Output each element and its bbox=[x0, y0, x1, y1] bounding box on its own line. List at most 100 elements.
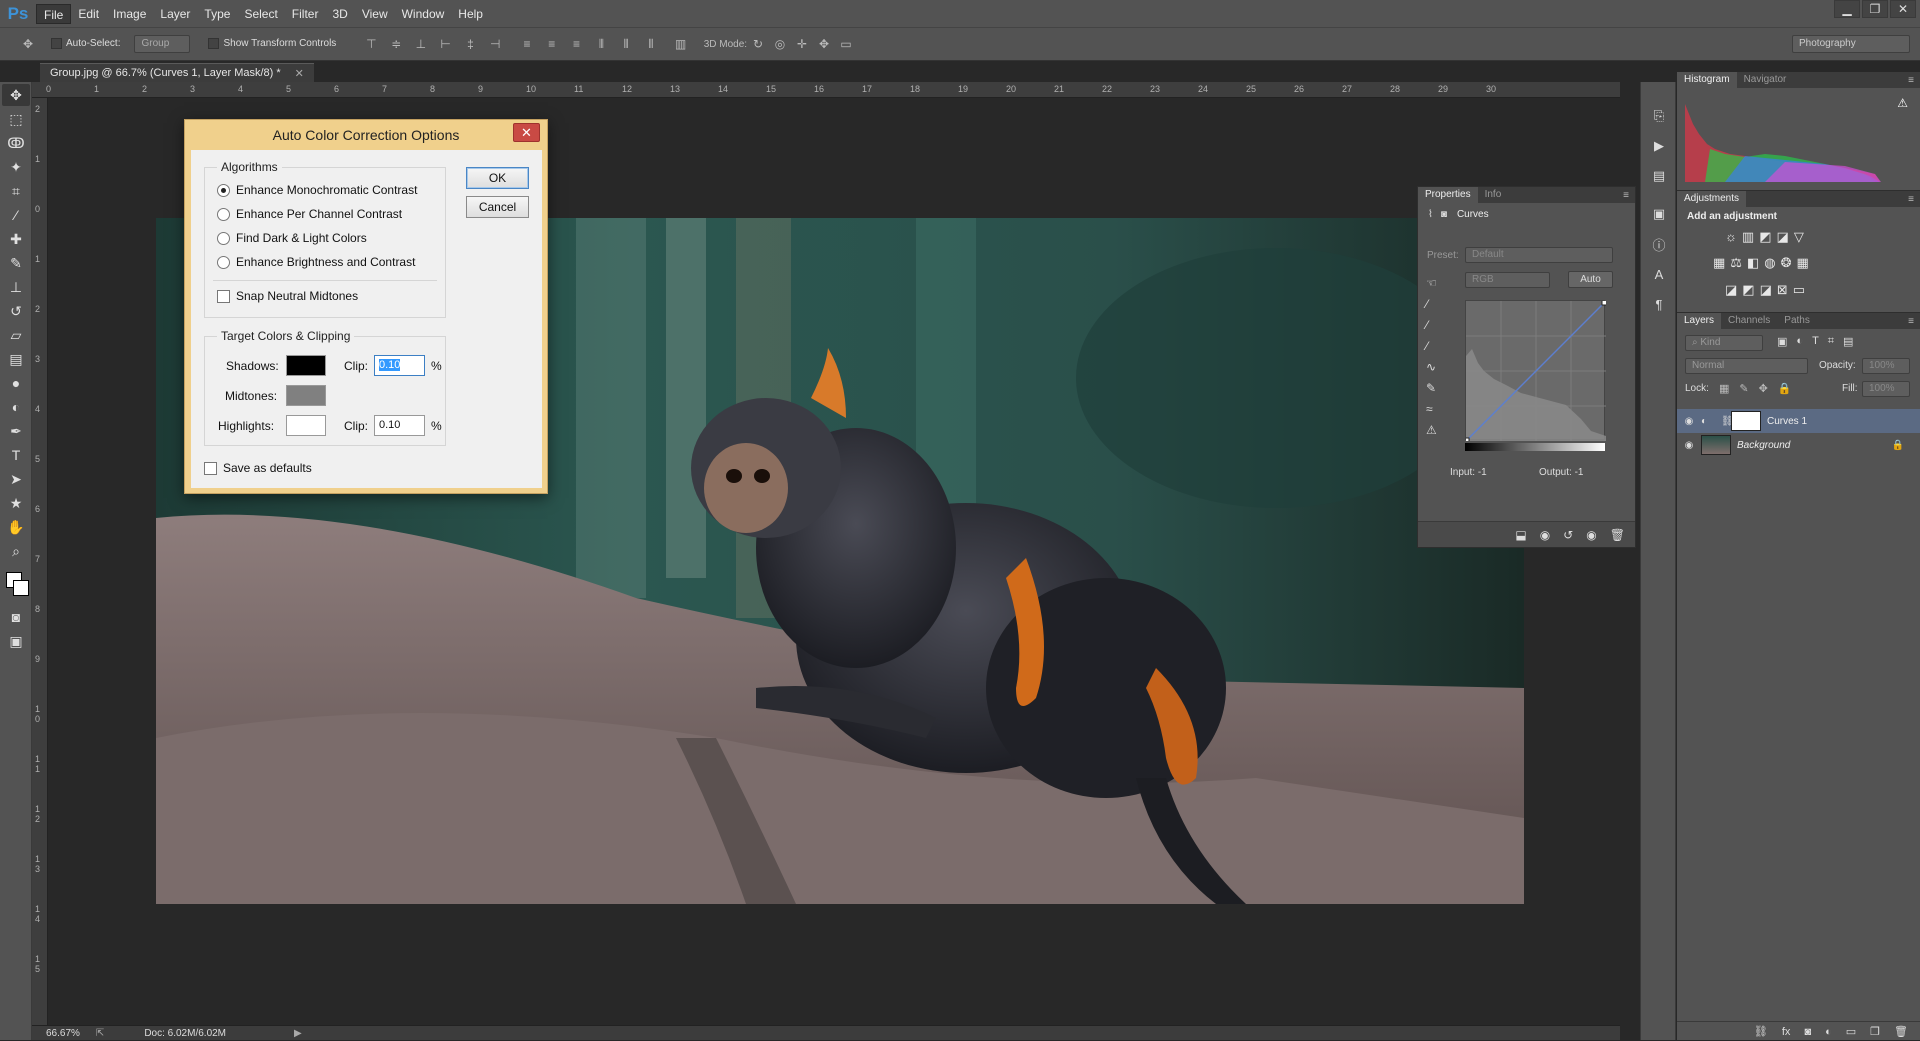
close-window-icon[interactable]: ✕ bbox=[1890, 0, 1916, 18]
layer-name[interactable]: Curves 1 bbox=[1767, 416, 1807, 427]
highlights-color-swatch[interactable] bbox=[286, 415, 326, 436]
tab-adjustments[interactable]: Adjustments bbox=[1677, 191, 1747, 207]
white-point-eyedropper-icon[interactable]: ⁄ bbox=[1426, 336, 1437, 357]
algorithm-option-per-channel[interactable]: Enhance Per Channel Contrast bbox=[217, 207, 402, 221]
layer-name[interactable]: Background bbox=[1737, 440, 1790, 451]
visibility-eye-icon[interactable]: ◉ bbox=[1677, 440, 1701, 451]
black-white-icon[interactable]: ◧ bbox=[1747, 255, 1759, 271]
photo-filter-icon[interactable]: ◍ bbox=[1764, 255, 1775, 271]
history-panel-icon[interactable]: ⎘ bbox=[1647, 104, 1671, 128]
layer-comps-icon[interactable]: ▤ bbox=[1647, 164, 1671, 188]
algorithm-option-brightness[interactable]: Enhance Brightness and Contrast bbox=[217, 255, 415, 269]
export-icon[interactable]: ⇱ bbox=[96, 1028, 104, 1039]
background-color[interactable] bbox=[13, 580, 29, 596]
visibility-eye-icon[interactable]: ◉ bbox=[1677, 416, 1701, 427]
gradient-map-icon[interactable]: ▭ bbox=[1793, 282, 1805, 298]
fill-input[interactable]: 100% bbox=[1862, 381, 1910, 397]
tab-channels[interactable]: Channels bbox=[1721, 313, 1777, 329]
menu-layer[interactable]: Layer bbox=[153, 4, 197, 24]
zoom-tool-icon[interactable]: ⌕ bbox=[2, 540, 30, 562]
align-vcenter-icon[interactable]: ≑ bbox=[388, 36, 404, 52]
lock-position-icon[interactable]: ✥ bbox=[1759, 382, 1768, 395]
filter-type-icon[interactable]: T bbox=[1812, 335, 1819, 348]
path-selection-icon[interactable]: ➤ bbox=[2, 468, 30, 490]
filter-pixel-icon[interactable]: ▣ bbox=[1777, 335, 1787, 348]
color-balance-icon[interactable]: ⚖ bbox=[1730, 255, 1742, 271]
3d-pan-icon[interactable]: ✛ bbox=[794, 36, 810, 52]
preset-dropdown[interactable]: Default bbox=[1465, 247, 1613, 263]
cancel-button[interactable]: Cancel bbox=[466, 196, 529, 218]
distribute-hcenter-icon[interactable]: ⦀ bbox=[618, 36, 634, 52]
eyedropper-icon[interactable]: ⁄ bbox=[2, 204, 30, 226]
paragraph-panel-icon[interactable]: ¶ bbox=[1647, 292, 1671, 316]
lock-all-icon[interactable]: 🔒 bbox=[1778, 382, 1792, 395]
checkbox[interactable] bbox=[204, 461, 217, 475]
algorithm-option-dark-light[interactable]: Find Dark & Light Colors bbox=[217, 231, 367, 245]
lasso-tool-icon[interactable]: ↂ bbox=[2, 132, 30, 154]
distribute-vcenter-icon[interactable]: ≡ bbox=[544, 36, 560, 52]
close-tab-icon[interactable]: ✕ bbox=[295, 67, 304, 80]
channel-mixer-icon[interactable]: ❂ bbox=[1781, 255, 1792, 271]
tab-histogram[interactable]: Histogram bbox=[1677, 72, 1737, 88]
add-mask-icon[interactable]: ◙ bbox=[1804, 1026, 1811, 1038]
panel-menu-icon[interactable]: ≡ bbox=[1623, 190, 1629, 201]
clipping-warning-icon[interactable]: ⚠ bbox=[1426, 420, 1437, 441]
target-adjust-icon[interactable]: ☜ bbox=[1426, 273, 1437, 294]
checkbox[interactable] bbox=[217, 289, 230, 303]
properties-panel-icon[interactable]: ▣ bbox=[1647, 202, 1671, 226]
align-bottom-icon[interactable]: ⊥ bbox=[413, 36, 429, 52]
distribute-right-icon[interactable]: ⦀ bbox=[643, 36, 659, 52]
healing-brush-icon[interactable]: ✚ bbox=[2, 228, 30, 250]
type-tool-icon[interactable]: T bbox=[2, 444, 30, 466]
clip-to-layer-icon[interactable]: ⬓ bbox=[1515, 528, 1526, 542]
distribute-left-icon[interactable]: ⦀ bbox=[593, 36, 609, 52]
filter-shape-icon[interactable]: ⌗ bbox=[1828, 335, 1834, 348]
menu-view[interactable]: View bbox=[355, 4, 395, 24]
tab-properties[interactable]: Properties bbox=[1418, 187, 1478, 203]
dialog-close-button[interactable]: ✕ bbox=[513, 123, 540, 142]
shape-tool-icon[interactable]: ★ bbox=[2, 492, 30, 514]
smooth-curve-icon[interactable]: ≈ bbox=[1426, 399, 1437, 420]
info-panel-icon[interactable]: ⓘ bbox=[1647, 232, 1671, 256]
shadows-clip-input[interactable]: 0.10 bbox=[374, 355, 425, 376]
dodge-tool-icon[interactable]: ◐ bbox=[2, 396, 30, 418]
shadows-color-swatch[interactable] bbox=[286, 355, 326, 376]
blend-mode-dropdown[interactable]: Normal bbox=[1685, 358, 1808, 374]
ok-button[interactable]: OK bbox=[466, 167, 529, 189]
view-previous-icon[interactable]: ◉ bbox=[1540, 528, 1550, 542]
gradient-tool-icon[interactable]: ▤ bbox=[2, 348, 30, 370]
gray-point-eyedropper-icon[interactable]: ⁄ bbox=[1426, 315, 1437, 336]
menu-image[interactable]: Image bbox=[106, 4, 153, 24]
layer-filter-kind-dropdown[interactable]: ⌕ Kind bbox=[1685, 335, 1763, 351]
visibility-icon[interactable]: ◉ bbox=[1586, 528, 1596, 542]
channel-dropdown[interactable]: RGB bbox=[1465, 272, 1550, 288]
threshold-icon[interactable]: ◪ bbox=[1760, 282, 1772, 298]
highlights-clip-input[interactable]: 0.10 bbox=[374, 415, 425, 436]
marquee-tool-icon[interactable]: ⬚ bbox=[2, 108, 30, 130]
layer-style-icon[interactable]: fx bbox=[1782, 1026, 1791, 1038]
quick-mask-icon[interactable]: ◙ bbox=[2, 606, 30, 628]
screen-mode-icon[interactable]: ▣ bbox=[2, 630, 30, 652]
exposure-icon[interactable]: ◪ bbox=[1777, 229, 1789, 245]
tab-layers[interactable]: Layers bbox=[1677, 313, 1722, 329]
3d-rotate-icon[interactable]: ↻ bbox=[750, 36, 766, 52]
curve-edit-icon[interactable]: ∿ bbox=[1426, 357, 1437, 378]
panel-menu-icon[interactable]: ≡ bbox=[1908, 194, 1914, 205]
midtones-color-swatch[interactable] bbox=[286, 385, 326, 406]
distribute-top-icon[interactable]: ≡ bbox=[519, 36, 535, 52]
menu-select[interactable]: Select bbox=[237, 4, 284, 24]
crop-tool-icon[interactable]: ⌗ bbox=[2, 180, 30, 202]
menu-edit[interactable]: Edit bbox=[71, 4, 106, 24]
invert-icon[interactable]: ◪ bbox=[1725, 282, 1737, 298]
menu-window[interactable]: Window bbox=[395, 4, 452, 24]
new-layer-icon[interactable]: ❐ bbox=[1870, 1025, 1880, 1038]
show-transform-checkbox[interactable]: Show Transform Controls bbox=[208, 38, 336, 50]
vibrance-icon[interactable]: ▽ bbox=[1794, 229, 1804, 245]
cache-warning-icon[interactable]: ⚠ bbox=[1897, 96, 1908, 110]
clone-stamp-icon[interactable]: ⊥ bbox=[2, 276, 30, 298]
3d-slide-icon[interactable]: ✥ bbox=[816, 36, 832, 52]
move-tool-icon[interactable]: ✥ bbox=[2, 84, 30, 106]
delete-layer-icon[interactable]: 🗑 bbox=[1894, 1025, 1908, 1038]
posterize-icon[interactable]: ◩ bbox=[1742, 282, 1754, 298]
radio-selected[interactable] bbox=[217, 183, 230, 197]
